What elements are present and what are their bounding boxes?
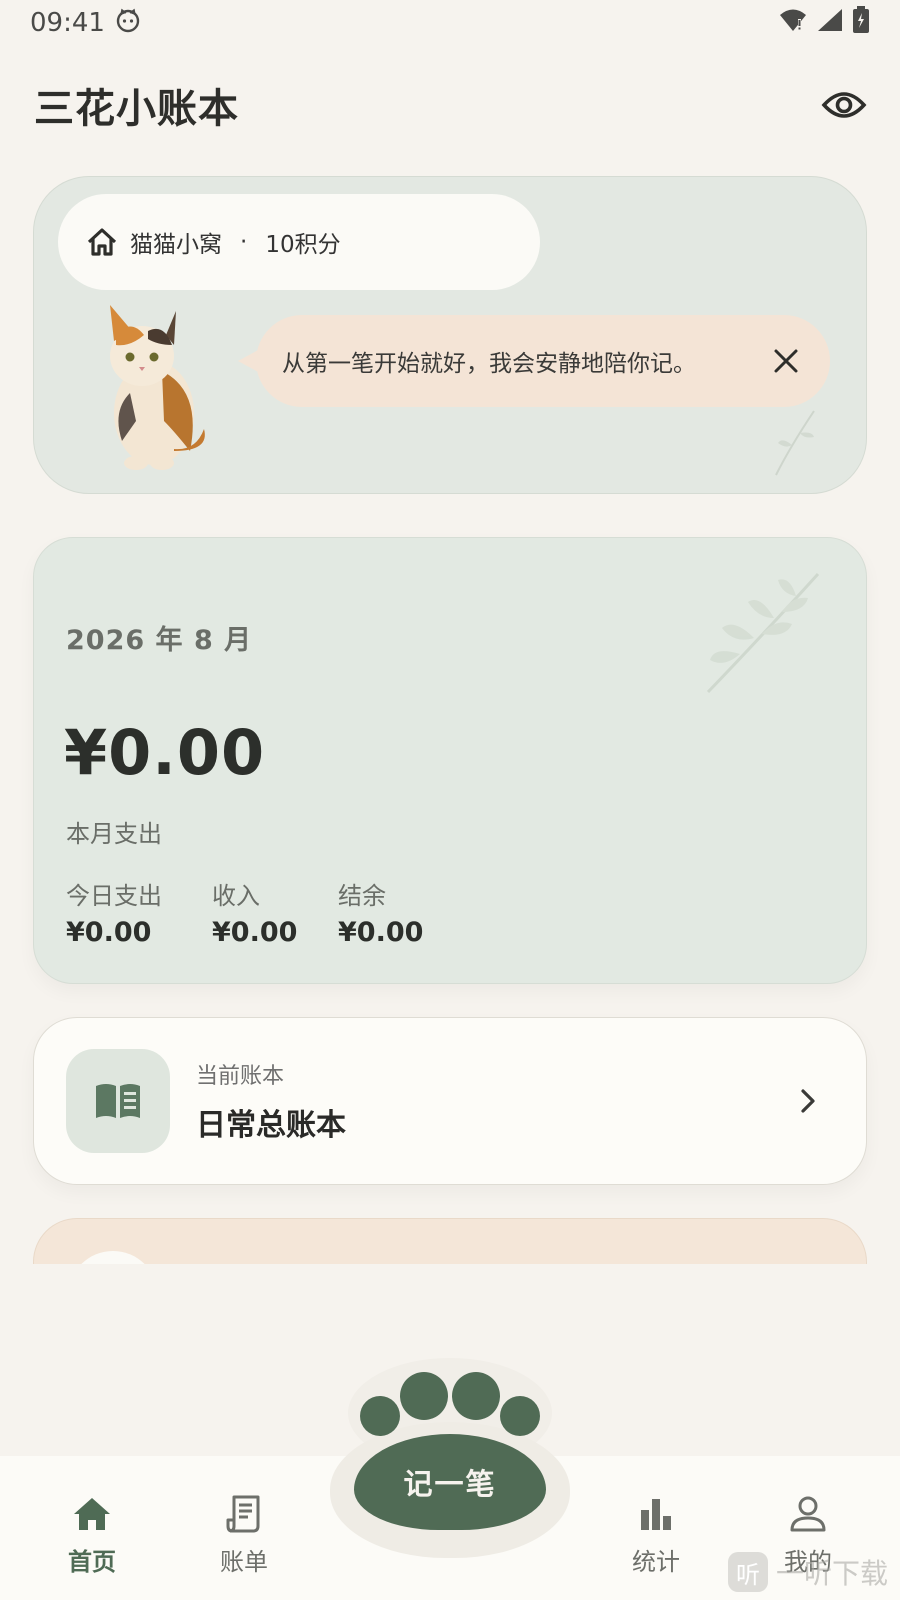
current-ledger-card[interactable]: 当前账本 日常总账本: [33, 1017, 867, 1185]
nav-item-stats[interactable]: 统计: [606, 1492, 706, 1577]
nav-item-home[interactable]: 首页: [42, 1492, 142, 1577]
stat-label: 结余: [338, 882, 386, 910]
cat-companion-card: 猫猫小窝 · 10积分 从第一笔开始就好，我会安静地陪你记。: [33, 176, 867, 494]
paw-toe: [400, 1372, 448, 1420]
stat-income: 收入 ¥0.00: [212, 876, 338, 948]
nest-separator: ·: [240, 229, 248, 255]
month-expense-caption: 本月支出: [66, 820, 162, 848]
bar-chart-icon: [634, 1492, 678, 1536]
ledger-text: 当前账本 日常总账本: [196, 1058, 790, 1144]
stat-label: 今日支出: [66, 882, 162, 910]
month-expense-amount: ¥0.00: [64, 716, 266, 789]
status-time: 09:41: [30, 8, 105, 38]
signal-icon: [816, 7, 844, 40]
cat-status-icon: [115, 7, 141, 40]
nav-label: 首页: [68, 1548, 116, 1576]
status-left: 09:41: [30, 7, 141, 40]
watermark-badge: 听: [727, 1552, 768, 1592]
nest-points: 10积分: [265, 232, 341, 258]
ledger-name: 日常总账本: [196, 1108, 346, 1143]
record-paw-button[interactable]: 记一笔: [330, 1358, 570, 1558]
stat-label: 收入: [212, 882, 260, 910]
ledger-icon-box: [66, 1049, 170, 1153]
stat-balance: 结余 ¥0.00: [338, 876, 478, 948]
battery-icon: [852, 5, 870, 41]
paw-toe: [452, 1372, 500, 1420]
nav-item-bills[interactable]: 账单: [194, 1492, 294, 1577]
stat-value: ¥0.00: [212, 917, 298, 948]
home-icon: [70, 1492, 114, 1536]
speech-text: 从第一笔开始就好，我会安静地陪你记。: [282, 351, 696, 377]
cat-speech-bubble: 从第一笔开始就好，我会安静地陪你记。: [238, 315, 830, 407]
wifi-icon: [778, 7, 808, 40]
nav-label: 统计: [632, 1548, 680, 1576]
status-right: [778, 5, 870, 41]
ledger-subtitle: 当前账本: [196, 1064, 285, 1089]
calico-cat-illustration: [92, 301, 212, 473]
receipt-icon: [222, 1492, 266, 1536]
paw-toe: [360, 1396, 400, 1436]
stats-row: 今日支出 ¥0.00 收入 ¥0.00 结余 ¥0.00: [66, 876, 478, 948]
sprig-decoration-icon: [775, 410, 815, 476]
peek-circle: [68, 1251, 158, 1264]
paw-toe: [500, 1396, 540, 1436]
leaf-decoration-icon: [706, 572, 820, 694]
nav-label: 账单: [220, 1548, 268, 1576]
month-period: 2026 年 8 月: [66, 625, 253, 656]
close-icon: [774, 349, 798, 373]
nest-name: 猫猫小窝: [130, 232, 222, 258]
stat-value: ¥0.00: [338, 917, 424, 948]
eye-icon: [821, 92, 867, 118]
cat-nest-pill[interactable]: 猫猫小窝 · 10积分: [58, 194, 540, 290]
stat-today-expense: 今日支出 ¥0.00: [66, 876, 212, 948]
chevron-right-icon: [790, 1083, 826, 1119]
house-icon: [87, 228, 117, 256]
app-header: 三花小账本: [0, 70, 900, 140]
page-title: 三花小账本: [34, 86, 239, 132]
watermark: 听 一听下载: [727, 1552, 888, 1592]
book-icon: [96, 1084, 140, 1118]
user-icon: [786, 1492, 830, 1536]
watermark-text: 一听下载: [775, 1557, 888, 1590]
next-card-peek: [33, 1218, 867, 1264]
month-summary-card: 2026 年 8 月 ¥0.00 本月支出 今日支出 ¥0.00 收入 ¥0.0…: [33, 537, 867, 984]
close-speech-button[interactable]: [768, 343, 804, 379]
visibility-toggle-button[interactable]: [818, 79, 870, 131]
status-bar: 09:41: [0, 0, 900, 46]
stat-value: ¥0.00: [66, 917, 152, 948]
